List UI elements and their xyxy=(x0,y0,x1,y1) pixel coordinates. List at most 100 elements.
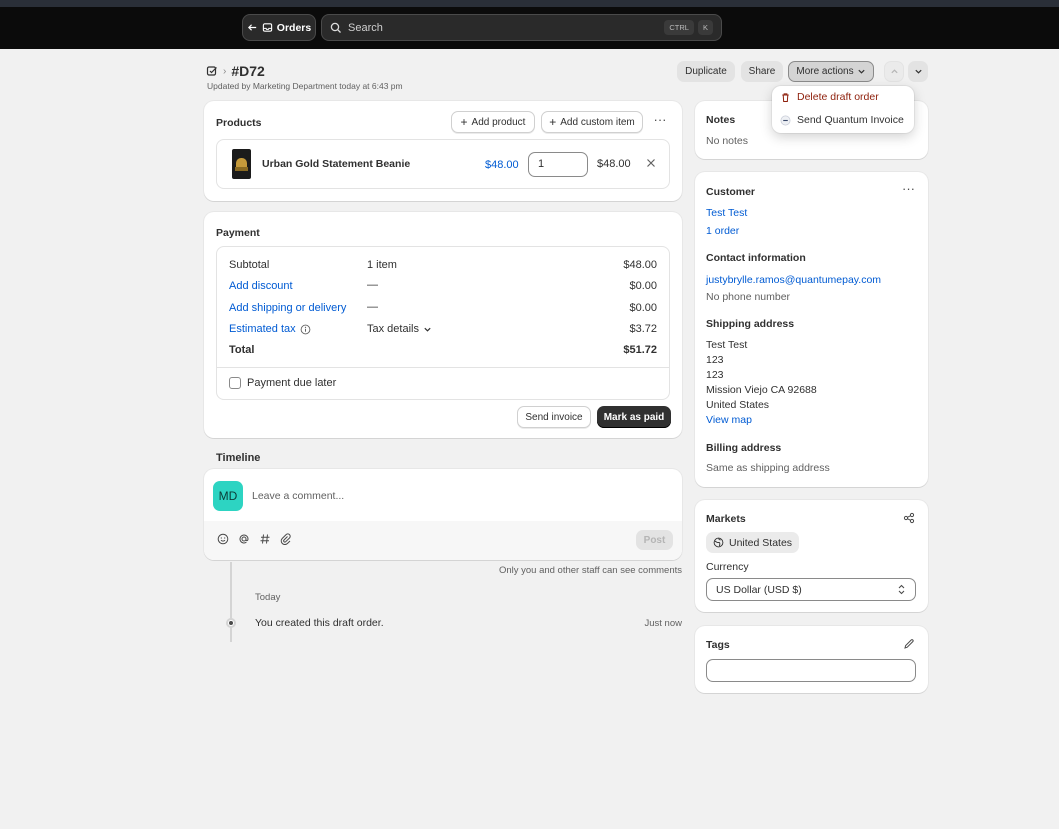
total-label: Total xyxy=(229,344,255,356)
back-to-orders-button[interactable]: Orders xyxy=(242,14,316,41)
customer-orders-link[interactable]: 1 order xyxy=(706,225,739,237)
customer-more-icon[interactable]: ··· xyxy=(902,182,915,195)
payment-due-later-label: Payment due later xyxy=(247,377,337,389)
comment-box: MD Leave a comment... Post xyxy=(204,469,682,560)
market-badge-label: United States xyxy=(729,536,793,549)
mention-icon[interactable] xyxy=(238,533,250,545)
product-name[interactable]: Urban Gold Statement Beanie xyxy=(262,158,410,170)
tags-title: Tags xyxy=(706,639,730,651)
add-custom-item-button[interactable]: + Add custom item xyxy=(541,111,643,133)
delete-draft-order-item[interactable]: Delete draft order xyxy=(780,91,879,103)
quantity-input[interactable]: 1 xyxy=(528,152,588,177)
search-bar[interactable]: Search CTRL K xyxy=(321,14,722,41)
tags-card: Tags xyxy=(695,626,928,693)
tax-value: $3.72 xyxy=(629,323,657,335)
products-more-icon[interactable]: ··· xyxy=(652,113,668,129)
currency-value: US Dollar (USD $) xyxy=(716,583,802,596)
add-product-button[interactable]: + Add product xyxy=(451,111,535,133)
timeline-event-time: Just now xyxy=(644,618,683,629)
comment-toolbar: Post xyxy=(204,521,682,560)
send-invoice-button[interactable]: Send invoice xyxy=(517,406,591,428)
order-number: #D72 xyxy=(231,63,265,79)
payment-title: Payment xyxy=(216,227,260,239)
add-product-label: Add product xyxy=(471,116,526,128)
edit-pencil-icon[interactable] xyxy=(903,638,915,650)
estimated-tax[interactable]: Estimated tax xyxy=(229,323,311,335)
mark-as-paid-label: Mark as paid xyxy=(603,411,665,423)
product-line-item: Urban Gold Statement Beanie $48.00 1 $48… xyxy=(216,139,670,189)
share-button[interactable]: Share xyxy=(741,61,783,82)
checkbox[interactable] xyxy=(229,377,241,389)
share-network-icon[interactable] xyxy=(903,512,915,524)
chevron-down-icon xyxy=(857,67,866,76)
currency-select[interactable]: US Dollar (USD $) xyxy=(706,578,916,601)
page-title: › #D72 xyxy=(206,63,265,79)
shortcut-key-k: K xyxy=(697,20,713,35)
updated-text: Updated by Marketing Department today at… xyxy=(207,81,403,91)
shipping-line: 123 xyxy=(706,354,724,366)
payment-due-later-checkbox[interactable]: Payment due later xyxy=(229,377,336,389)
hashtag-icon[interactable] xyxy=(259,533,271,545)
plus-icon: + xyxy=(460,115,468,129)
breadcrumb-chevron-icon: › xyxy=(223,65,227,77)
info-icon xyxy=(300,324,311,335)
window-top-strip xyxy=(0,0,1059,7)
shipping-title: Shipping address xyxy=(706,318,795,330)
comment-input[interactable]: Leave a comment... xyxy=(252,490,344,502)
add-discount-link[interactable]: Add discount xyxy=(229,280,293,292)
shipping-value: $0.00 xyxy=(629,302,657,314)
avatar: MD xyxy=(213,481,243,511)
draft-order-icon xyxy=(206,65,218,77)
divider xyxy=(217,367,669,368)
subtotal-label: Subtotal xyxy=(229,259,270,271)
shortcut-key-ctrl: CTRL xyxy=(664,20,694,35)
product-thumbnail xyxy=(232,149,251,179)
more-actions-button[interactable]: More actions xyxy=(788,61,874,82)
products-title: Products xyxy=(216,117,262,129)
orders-label: Orders xyxy=(276,21,312,34)
notes-text: No notes xyxy=(706,135,749,147)
remove-product-icon[interactable] xyxy=(646,158,656,168)
customer-title: Customer xyxy=(706,186,756,198)
duplicate-label: Duplicate xyxy=(685,66,727,77)
plus-icon: + xyxy=(549,115,557,129)
customer-name-link[interactable]: Test Test xyxy=(706,207,747,219)
view-map-link[interactable]: View map xyxy=(706,414,752,426)
billing-text: Same as shipping address xyxy=(706,462,830,474)
trash-icon xyxy=(780,92,791,103)
currency-label: Currency xyxy=(706,561,749,573)
select-arrows-icon xyxy=(897,584,906,595)
product-price[interactable]: $48.00 xyxy=(485,159,519,171)
markets-title: Markets xyxy=(706,513,746,525)
emoji-icon[interactable] xyxy=(217,533,229,545)
send-quantum-invoice-item[interactable]: Send Quantum Invoice xyxy=(780,114,904,126)
add-custom-item-label: Add custom item xyxy=(560,116,635,128)
previous-order-button[interactable] xyxy=(884,61,904,82)
payment-card: Payment Subtotal 1 item $48.00 Add disco… xyxy=(204,212,682,438)
chevron-up-icon xyxy=(890,67,899,76)
tax-details-button[interactable]: Tax details xyxy=(367,323,432,335)
add-shipping-link[interactable]: Add shipping or delivery xyxy=(229,302,346,314)
search-placeholder: Search xyxy=(348,21,383,34)
total-value: $51.72 xyxy=(623,344,657,356)
customer-email-link[interactable]: justybrylle.ramos@quantumepay.com xyxy=(706,274,881,286)
tags-input[interactable] xyxy=(706,659,916,682)
mark-as-paid-button[interactable]: Mark as paid xyxy=(597,406,671,428)
next-order-button[interactable] xyxy=(908,61,928,82)
discount-dash: — xyxy=(367,279,378,291)
subtotal-items: 1 item xyxy=(367,259,397,271)
timeline-event-dot xyxy=(226,618,236,628)
shipping-line: United States xyxy=(706,399,770,411)
delete-draft-order-label: Delete draft order xyxy=(797,91,879,103)
arrow-left-icon xyxy=(247,22,258,33)
timeline-title: Timeline xyxy=(216,452,261,464)
shipping-dash: — xyxy=(367,301,378,313)
attachment-icon[interactable] xyxy=(280,533,292,545)
duplicate-button[interactable]: Duplicate xyxy=(677,61,735,82)
search-icon xyxy=(330,22,342,34)
post-button[interactable]: Post xyxy=(636,530,673,550)
keyboard-shortcut: CTRL K xyxy=(664,20,713,35)
privacy-note: Only you and other staff can see comment… xyxy=(498,565,682,576)
shipping-line: Test Test xyxy=(706,339,748,351)
product-total: $48.00 xyxy=(597,158,631,170)
